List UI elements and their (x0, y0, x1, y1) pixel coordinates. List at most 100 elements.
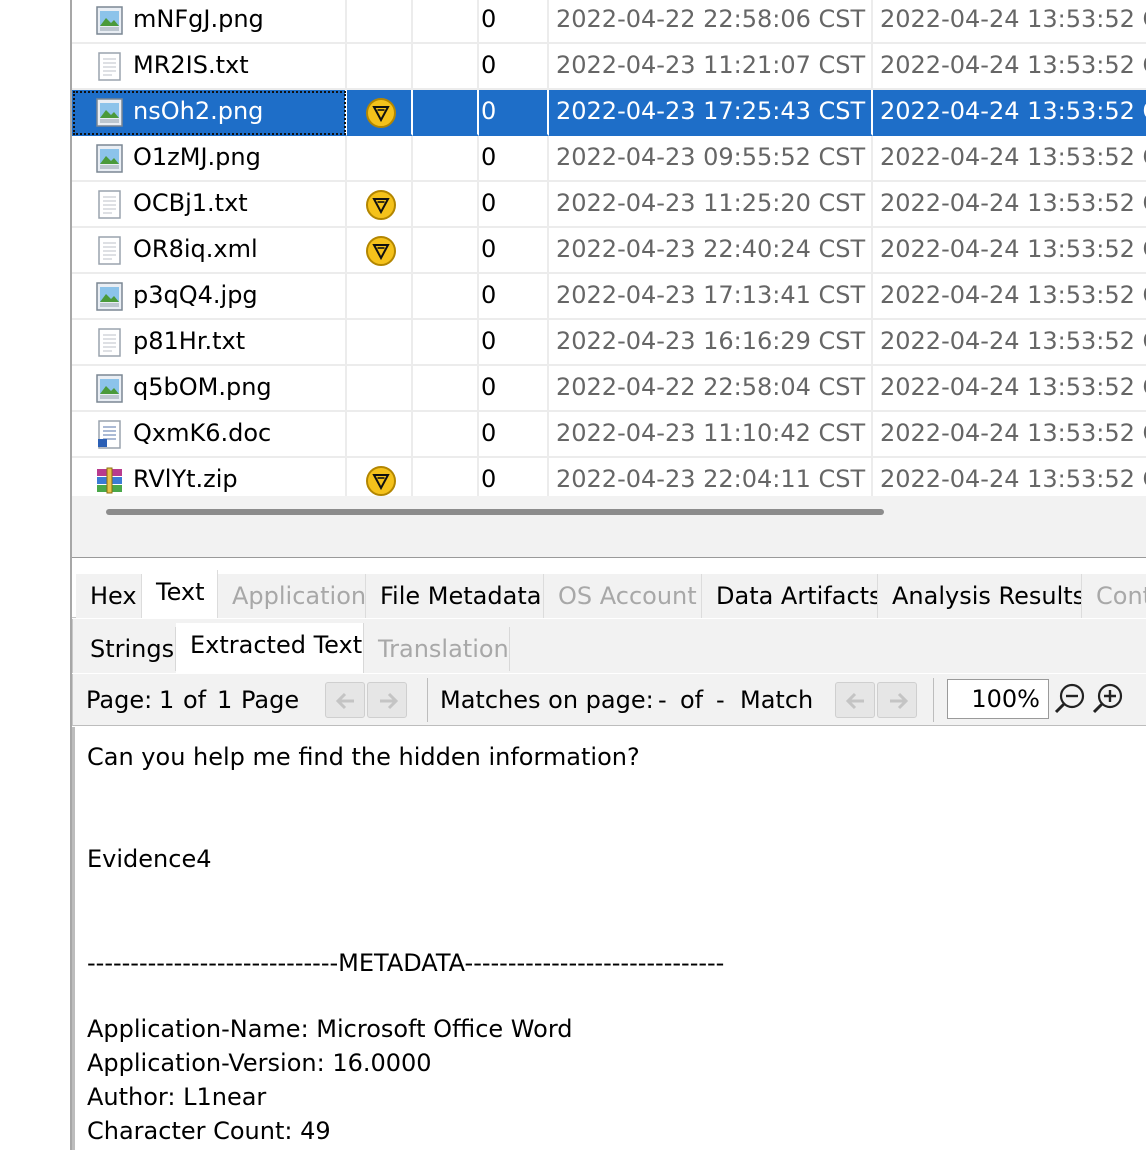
image-file-icon (96, 374, 123, 403)
tab-strings[interactable]: Strings (76, 627, 176, 671)
extracted-text-content[interactable]: Can you help me find the hidden informat… (72, 727, 1146, 1150)
tab-os-account[interactable]: OS Account (544, 574, 702, 618)
zoom-level-field[interactable]: 100% (947, 679, 1049, 719)
tab-text[interactable]: Text (142, 570, 218, 618)
table-scroll-area (72, 496, 1146, 558)
name-cell[interactable]: q5bOM.png (72, 366, 347, 412)
name-cell[interactable]: OR8iq.xml (72, 228, 347, 274)
zoom-in-button[interactable] (1091, 682, 1125, 716)
match-total: - (716, 686, 725, 714)
file-name: mNFgJ.png (133, 5, 264, 33)
comment-cell (413, 90, 479, 136)
match-of-label: of (680, 686, 704, 714)
change-time-cell: 2022-04-24 13:53:52 CS (873, 0, 1146, 44)
table-row[interactable]: q5bOM.png 0 2022-04-22 22:58:04 CST 2022-04… (72, 366, 1146, 412)
file-name: O1zMJ.png (133, 143, 261, 171)
text-viewer-toolbar: Page: 1 of 1 Page Matches on page: - of … (72, 674, 1146, 726)
occurrences-cell: 0 (479, 366, 549, 412)
tab-file-metadata[interactable]: File Metadata (366, 574, 544, 618)
table-row[interactable]: O1zMJ.png 0 2022-04-23 09:55:52 CST 2022-04… (72, 136, 1146, 182)
name-cell[interactable]: p81Hr.txt (72, 320, 347, 366)
table-row[interactable]: OCBj1.txt 0 2022-04-23 11:25:20 CST 2022-04… (72, 182, 1146, 228)
table-row[interactable]: OR8iq.xml 0 2022-04-23 22:40:24 CST 2022-04… (72, 228, 1146, 274)
modified-time-cell: 2022-04-23 16:16:29 CST (549, 320, 873, 366)
score-cell (347, 366, 413, 412)
file-name: OCBj1.txt (133, 189, 248, 217)
table-row[interactable]: MR2IS.txt 0 2022-04-23 11:21:07 CST 2022-04… (72, 44, 1146, 90)
name-cell[interactable]: O1zMJ.png (72, 136, 347, 182)
page-total: 1 (217, 686, 233, 714)
name-cell[interactable]: MR2IS.txt (72, 44, 347, 90)
likely-notable-icon (366, 466, 396, 496)
page-of-label: of (183, 686, 207, 714)
occurrences-cell: 0 (479, 90, 549, 136)
tab-context[interactable]: Cont (1082, 574, 1146, 618)
modified-time-cell: 2022-04-23 11:10:42 CST (549, 412, 873, 458)
next-match-button[interactable] (877, 682, 917, 718)
score-cell (347, 228, 413, 274)
comment-cell (413, 274, 479, 320)
change-time-cell: 2022-04-24 13:53:52 CS (873, 90, 1146, 136)
occurrences-cell: 0 (479, 458, 549, 496)
text-file-icon (96, 236, 123, 265)
name-cell[interactable]: QxmK6.doc (72, 412, 347, 458)
tab-application[interactable]: Application (218, 574, 366, 618)
name-cell[interactable]: RVlYt.zip (72, 458, 347, 496)
zoom-out-icon (1054, 683, 1085, 714)
previous-match-button[interactable] (835, 682, 875, 718)
name-cell[interactable]: nsOh2.png (72, 90, 347, 136)
match-unit-label: Match (740, 686, 814, 714)
comment-cell (413, 412, 479, 458)
likely-notable-icon (366, 236, 396, 266)
table-row[interactable]: mNFgJ.png 0 2022-04-22 22:58:06 CST 2022-04… (72, 0, 1146, 44)
table-row[interactable]: p3qQ4.jpg 0 2022-04-23 17:13:41 CST 2022-04… (72, 274, 1146, 320)
page-label: Page: (86, 686, 153, 714)
score-cell (347, 412, 413, 458)
name-cell[interactable]: mNFgJ.png (72, 0, 347, 44)
horizontal-scrollbar[interactable] (106, 509, 884, 515)
score-cell (347, 458, 413, 496)
comment-cell (413, 182, 479, 228)
change-time-cell: 2022-04-24 13:53:52 CS (873, 320, 1146, 366)
modified-time-cell: 2022-04-22 22:58:06 CST (549, 0, 873, 44)
previous-page-button[interactable] (325, 682, 365, 718)
file-name: RVlYt.zip (133, 465, 238, 493)
comment-cell (413, 44, 479, 90)
occurrences-cell: 0 (479, 412, 549, 458)
name-cell[interactable]: OCBj1.txt (72, 182, 347, 228)
tab-translation[interactable]: Translation (364, 627, 510, 671)
zoom-in-icon (1092, 683, 1123, 714)
image-file-icon (96, 6, 123, 35)
zoom-out-button[interactable] (1053, 682, 1087, 716)
table-row[interactable]: RVlYt.zip 0 2022-04-23 22:04:11 CST 2022-04… (72, 458, 1146, 496)
text-line: Evidence4 (87, 845, 212, 873)
modified-time-cell: 2022-04-23 22:40:24 CST (549, 228, 873, 274)
tab-analysis-results[interactable]: Analysis Results (878, 574, 1082, 618)
arrow-left-icon (335, 692, 354, 710)
archive-file-icon (96, 466, 123, 495)
table-row[interactable]: nsOh2.png 0 2022-04-23 17:25:43 CST 2022-04… (72, 90, 1146, 136)
name-cell[interactable]: p3qQ4.jpg (72, 274, 347, 320)
modified-time-cell: 2022-04-22 22:58:04 CST (549, 366, 873, 412)
comment-cell (413, 136, 479, 182)
text-file-icon (96, 328, 123, 357)
file-name: nsOh2.png (133, 97, 264, 125)
next-page-button[interactable] (367, 682, 407, 718)
text-line: Application-Name: Microsoft Office Word (87, 1015, 573, 1043)
change-time-cell: 2022-04-24 13:53:52 CS (873, 136, 1146, 182)
table-row[interactable]: QxmK6.doc 0 2022-04-23 11:10:42 CST 2022-04… (72, 412, 1146, 458)
file-table: mNFgJ.png 0 2022-04-22 22:58:06 CST 2022-04… (72, 0, 1146, 496)
occurrences-cell: 0 (479, 274, 549, 320)
toolbar-separator (427, 678, 428, 722)
tab-data-artifacts[interactable]: Data Artifacts (702, 574, 878, 618)
modified-time-cell: 2022-04-23 22:04:11 CST (549, 458, 873, 496)
tab-extracted-text[interactable]: Extracted Text (176, 623, 364, 673)
table-row[interactable]: p81Hr.txt 0 2022-04-23 16:16:29 CST 2022-04… (72, 320, 1146, 366)
tab-hex[interactable]: Hex (76, 574, 142, 618)
score-cell (347, 0, 413, 44)
score-cell (347, 44, 413, 90)
modified-time-cell: 2022-04-23 11:21:07 CST (549, 44, 873, 90)
page-current: 1 (159, 686, 175, 714)
change-time-cell: 2022-04-24 13:53:52 CS (873, 274, 1146, 320)
text-line: Application-Version: 16.0000 (87, 1049, 432, 1077)
